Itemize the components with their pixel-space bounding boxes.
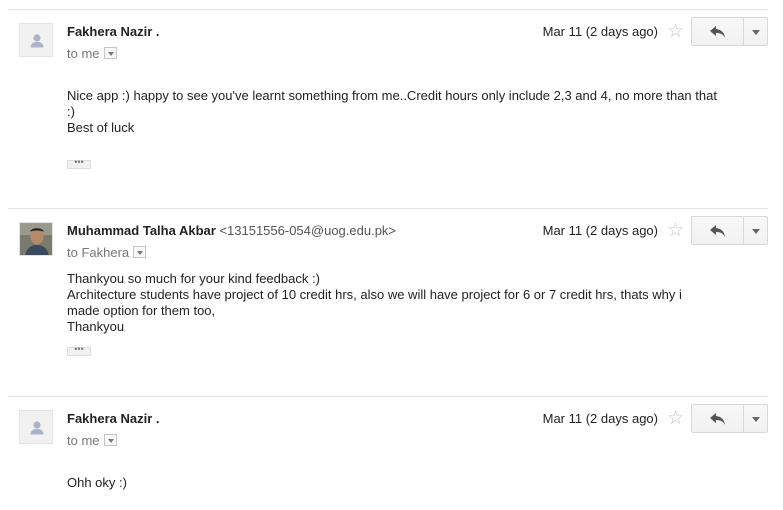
message-3[interactable]: Fakhera Nazir . to me Mar 11 (2 days ago… [8, 397, 768, 510]
message-date: Mar 11 (2 days ago) [542, 223, 658, 238]
message-date: Mar 11 (2 days ago) [542, 24, 658, 39]
reply-button[interactable] [691, 216, 744, 245]
message-date: Mar 11 (2 days ago) [542, 411, 658, 426]
recipient-text: to me [67, 433, 100, 448]
body-line: Nice app :) happy to see you've learnt s… [67, 88, 717, 119]
sender-avatar[interactable] [19, 222, 53, 256]
recipient-details-dropdown[interactable] [133, 246, 147, 258]
more-actions-button[interactable] [743, 17, 768, 46]
star-icon[interactable]: ☆ [667, 409, 684, 428]
reply-button-group [691, 216, 768, 245]
recipient-line: to me [67, 433, 117, 448]
message-body: Ohh oky :) [67, 475, 727, 491]
body-line: Best of luck [67, 120, 135, 135]
sender-name-text: Fakhera Nazir . [67, 24, 160, 39]
sender-name-text: Fakhera Nazir . [67, 411, 160, 426]
chevron-down-icon [752, 229, 760, 234]
body-line: Ohh oky :) [67, 475, 127, 490]
chevron-down-icon [752, 30, 760, 35]
sender-name[interactable]: Fakhera Nazir . [67, 411, 160, 426]
recipient-text: to me [67, 46, 100, 61]
recipient-details-dropdown[interactable] [103, 47, 117, 59]
default-avatar-icon [30, 421, 44, 435]
body-line: Architecture students have project of 10… [67, 287, 682, 318]
body-line: Thankyou [67, 319, 125, 334]
body-line: Thankyou so much for your kind feedback … [67, 271, 320, 286]
reply-button[interactable] [691, 17, 744, 46]
reply-icon [710, 225, 725, 237]
reply-button-group [691, 17, 768, 46]
sender-name[interactable]: Fakhera Nazir . [67, 24, 160, 39]
more-actions-button[interactable] [743, 216, 768, 245]
sender-email: <13151556-054@uog.edu.pk> [219, 223, 397, 238]
message-2[interactable]: Muhammad Talha Akbar <13151556-054@uog.e… [8, 209, 768, 395]
sender-name[interactable]: Muhammad Talha Akbar <13151556-054@uog.e… [67, 223, 396, 238]
reply-icon [710, 26, 725, 38]
show-trimmed-content-icon[interactable]: ••• [67, 345, 91, 356]
reply-icon [710, 413, 725, 425]
reply-button[interactable] [691, 404, 744, 433]
recipient-line: to me [67, 46, 117, 61]
recipient-details-dropdown[interactable] [103, 434, 117, 446]
sender-avatar[interactable] [19, 410, 53, 444]
profile-photo [20, 223, 52, 255]
sender-name-text: Muhammad Talha Akbar [67, 223, 216, 238]
message-1[interactable]: Fakhera Nazir . to me Mar 11 (2 days ago… [8, 10, 768, 206]
default-avatar-icon [30, 34, 44, 48]
show-trimmed-content-icon[interactable]: ••• [67, 158, 91, 169]
star-icon[interactable]: ☆ [667, 22, 684, 41]
more-actions-button[interactable] [743, 404, 768, 433]
message-body: Thankyou so much for your kind feedback … [67, 271, 707, 335]
message-body: Nice app :) happy to see you've learnt s… [67, 88, 727, 136]
star-icon[interactable]: ☆ [667, 221, 684, 240]
chevron-down-icon [752, 417, 760, 422]
reply-button-group [691, 404, 768, 433]
recipient-text: to Fakhera [67, 245, 130, 260]
sender-avatar[interactable] [19, 23, 53, 57]
recipient-line: to Fakhera [67, 245, 147, 260]
